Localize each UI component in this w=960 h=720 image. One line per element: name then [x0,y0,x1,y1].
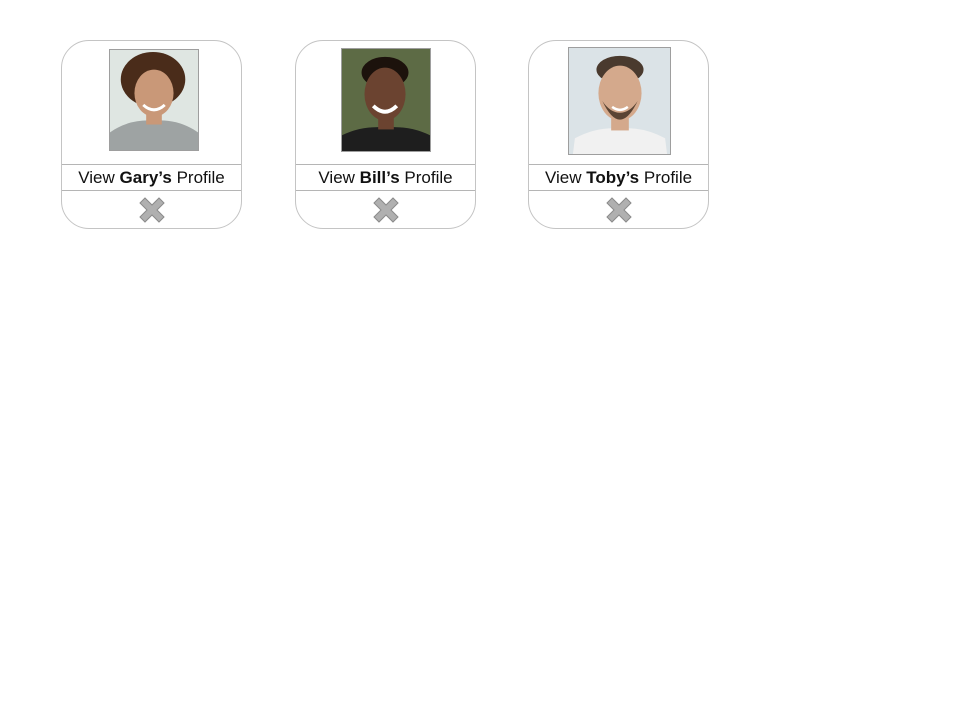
view-profile-link-bill[interactable]: View Bill’s Profile [296,164,475,191]
view-profile-link-gary[interactable]: View Gary’s Profile [62,164,241,191]
view-prefix: View [78,167,115,187]
profile-card-toby: View Toby’s Profile [528,40,709,229]
profile-card-gary: View Gary’s Profile [61,40,242,229]
photo-area [296,41,475,165]
person-avatar-icon [569,48,670,154]
view-profile-link-toby[interactable]: View Toby’s Profile [529,164,708,191]
profile-name: Bill’s [359,167,400,187]
view-prefix: View [318,167,355,187]
person-avatar-icon [342,49,430,151]
close-icon[interactable] [604,195,634,225]
close-row [62,191,241,228]
close-row [296,191,475,228]
close-row [529,191,708,228]
photo-area [62,41,241,165]
profile-suffix: Profile [176,167,225,187]
profile-photo-gary[interactable] [109,49,199,151]
photo-area [529,41,708,165]
close-icon[interactable] [371,195,401,225]
profile-photo-toby[interactable] [568,47,671,155]
close-icon[interactable] [137,195,167,225]
profile-name: Gary’s [119,167,172,187]
profile-suffix: Profile [643,167,693,187]
person-avatar-icon [110,50,198,150]
view-prefix: View [544,167,582,187]
profile-name: Toby’s [586,167,640,187]
profile-photo-bill[interactable] [341,48,431,152]
profile-suffix: Profile [404,167,453,187]
profile-card-bill: View Bill’s Profile [295,40,476,229]
